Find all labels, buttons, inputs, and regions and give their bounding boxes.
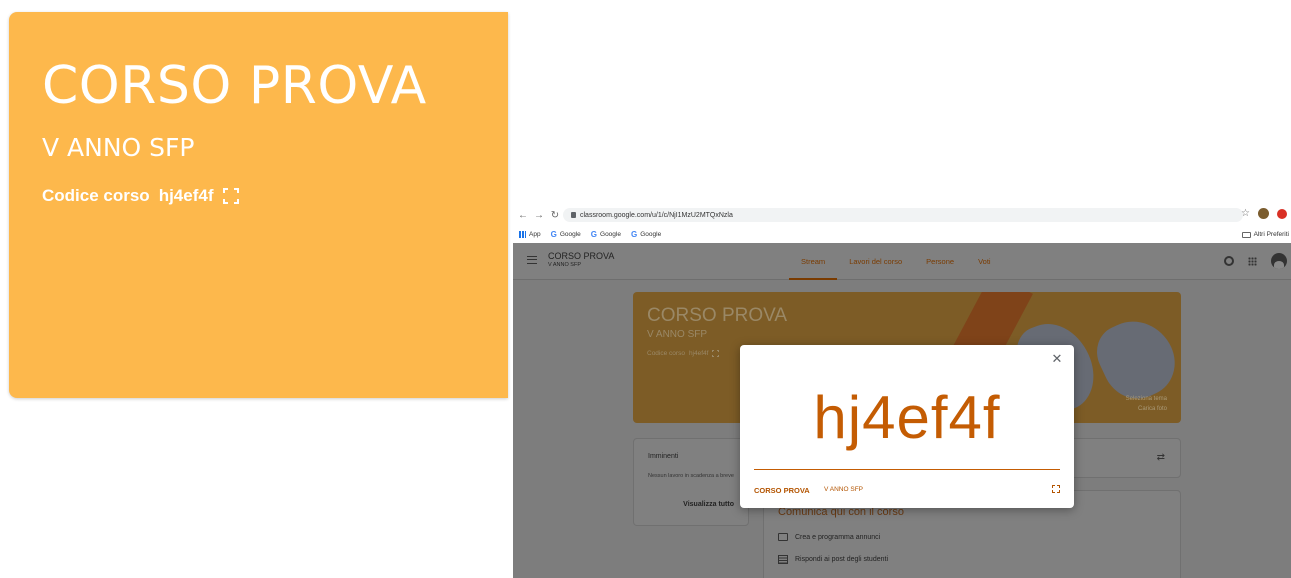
select-theme-link[interactable]: Seleziona tema: [1126, 394, 1167, 404]
tab-people[interactable]: Persone: [914, 243, 966, 280]
chat-bubble-icon: [778, 533, 788, 541]
header-course-subtitle: V ANNO SFP: [548, 262, 582, 268]
google-icon: G: [590, 230, 598, 239]
apps-grid-icon: [519, 231, 526, 238]
reply-posts-row: Rispondi ai post degli studenti: [778, 555, 888, 564]
menu-icon[interactable]: [527, 256, 537, 264]
google-icon: G: [550, 230, 557, 239]
dialog-course-subtitle: V ANNO SFP: [824, 486, 864, 493]
upcoming-text: Nessun lavoro in scadenza a breve: [648, 473, 734, 479]
banner-course-code: Codice corso hj4ef4f: [647, 350, 720, 357]
apps-launcher-icon[interactable]: [1248, 256, 1257, 266]
back-arrow-icon[interactable]: ←: [517, 210, 529, 221]
classroom-header: CORSO PROVA V ANNO SFP Stream Lavori del…: [513, 243, 1291, 280]
profile-avatar-icon[interactable]: [1258, 208, 1269, 219]
avatar[interactable]: [1271, 253, 1287, 269]
zoomed-course-title: CORSO PROVA: [42, 56, 427, 116]
dialog-course-title: CORSO PROVA: [754, 486, 810, 495]
lock-icon: [571, 212, 576, 218]
screenshot-canvas: CORSO PROVA V ANNO SFP Codice corso hj4e…: [0, 0, 1291, 578]
dialog-divider: [754, 469, 1060, 470]
banner-course-title: CORSO PROVA: [647, 305, 788, 326]
banner-theme-actions: Seleziona tema Carica foto: [1126, 394, 1167, 414]
bookmark-google-1[interactable]: G Google: [551, 230, 581, 239]
zoomed-course-code: Codice corso hj4ef4f: [42, 186, 239, 206]
bookmarks-bar: App G Google G Google G Google Altri Pre…: [513, 226, 1291, 243]
zoomed-code-label: Codice corso: [42, 186, 150, 205]
reload-icon[interactable]: ↻: [549, 210, 561, 221]
tab-classwork[interactable]: Lavori del corso: [837, 243, 914, 280]
extension-icon[interactable]: [1277, 208, 1287, 219]
dialog-class-code: hj4ef4f: [813, 384, 1001, 451]
tab-grades[interactable]: Voti: [966, 243, 1003, 280]
url-field[interactable]: classroom.google.com/u/1/c/NjI1MzU2MTQxN…: [563, 208, 1243, 222]
bookmark-star-icon[interactable]: ☆: [1241, 208, 1250, 219]
class-code-dialog: ✕ hj4ef4f CORSO PROVA V ANNO SFP: [740, 345, 1074, 508]
zoomed-course-banner: CORSO PROVA V ANNO SFP Codice corso hj4e…: [9, 12, 508, 398]
close-icon[interactable]: ✕: [1050, 352, 1064, 366]
address-bar-row: ← → ↻ classroom.google.com/u/1/c/NjI1MzU…: [513, 204, 1291, 226]
swap-icon[interactable]: ⇄: [1157, 452, 1165, 463]
upcoming-title: Imminenti: [648, 453, 679, 460]
banner-course-subtitle: V ANNO SFP: [647, 329, 708, 340]
gear-icon[interactable]: [1224, 256, 1234, 266]
browser-actions: ☆: [1241, 208, 1287, 219]
url-text: classroom.google.com/u/1/c/NjI1MzU2MTQxN…: [580, 211, 733, 219]
zoomed-course-subtitle: V ANNO SFP: [42, 133, 195, 162]
header-course-title[interactable]: CORSO PROVA: [548, 251, 614, 261]
bookmark-google-3[interactable]: G Google: [631, 230, 661, 239]
other-bookmarks[interactable]: Altri Preferiti: [1241, 231, 1289, 238]
create-announcements-row: Crea e programma annunci: [778, 533, 880, 541]
exit-fullscreen-icon[interactable]: [1052, 485, 1060, 493]
tab-stream[interactable]: Stream: [789, 243, 838, 280]
list-icon: [778, 555, 788, 564]
forward-arrow-icon[interactable]: →: [533, 210, 545, 221]
fullscreen-icon[interactable]: [712, 350, 720, 357]
header-actions: [1224, 253, 1287, 269]
folder-icon: [1241, 231, 1251, 238]
view-all-link[interactable]: Visualizza tutto: [683, 501, 734, 508]
fullscreen-icon[interactable]: [222, 188, 239, 204]
tab-bar: Stream Lavori del corso Persone Voti: [789, 243, 1003, 280]
google-icon: G: [630, 230, 638, 239]
upcoming-card: Imminenti Nessun lavoro in scadenza a br…: [633, 438, 749, 526]
bookmark-apps[interactable]: App: [519, 231, 541, 238]
bookmark-google-2[interactable]: G Google: [591, 230, 621, 239]
upload-photo-link[interactable]: Carica foto: [1126, 404, 1167, 414]
zoomed-code-value: hj4ef4f: [158, 186, 214, 205]
